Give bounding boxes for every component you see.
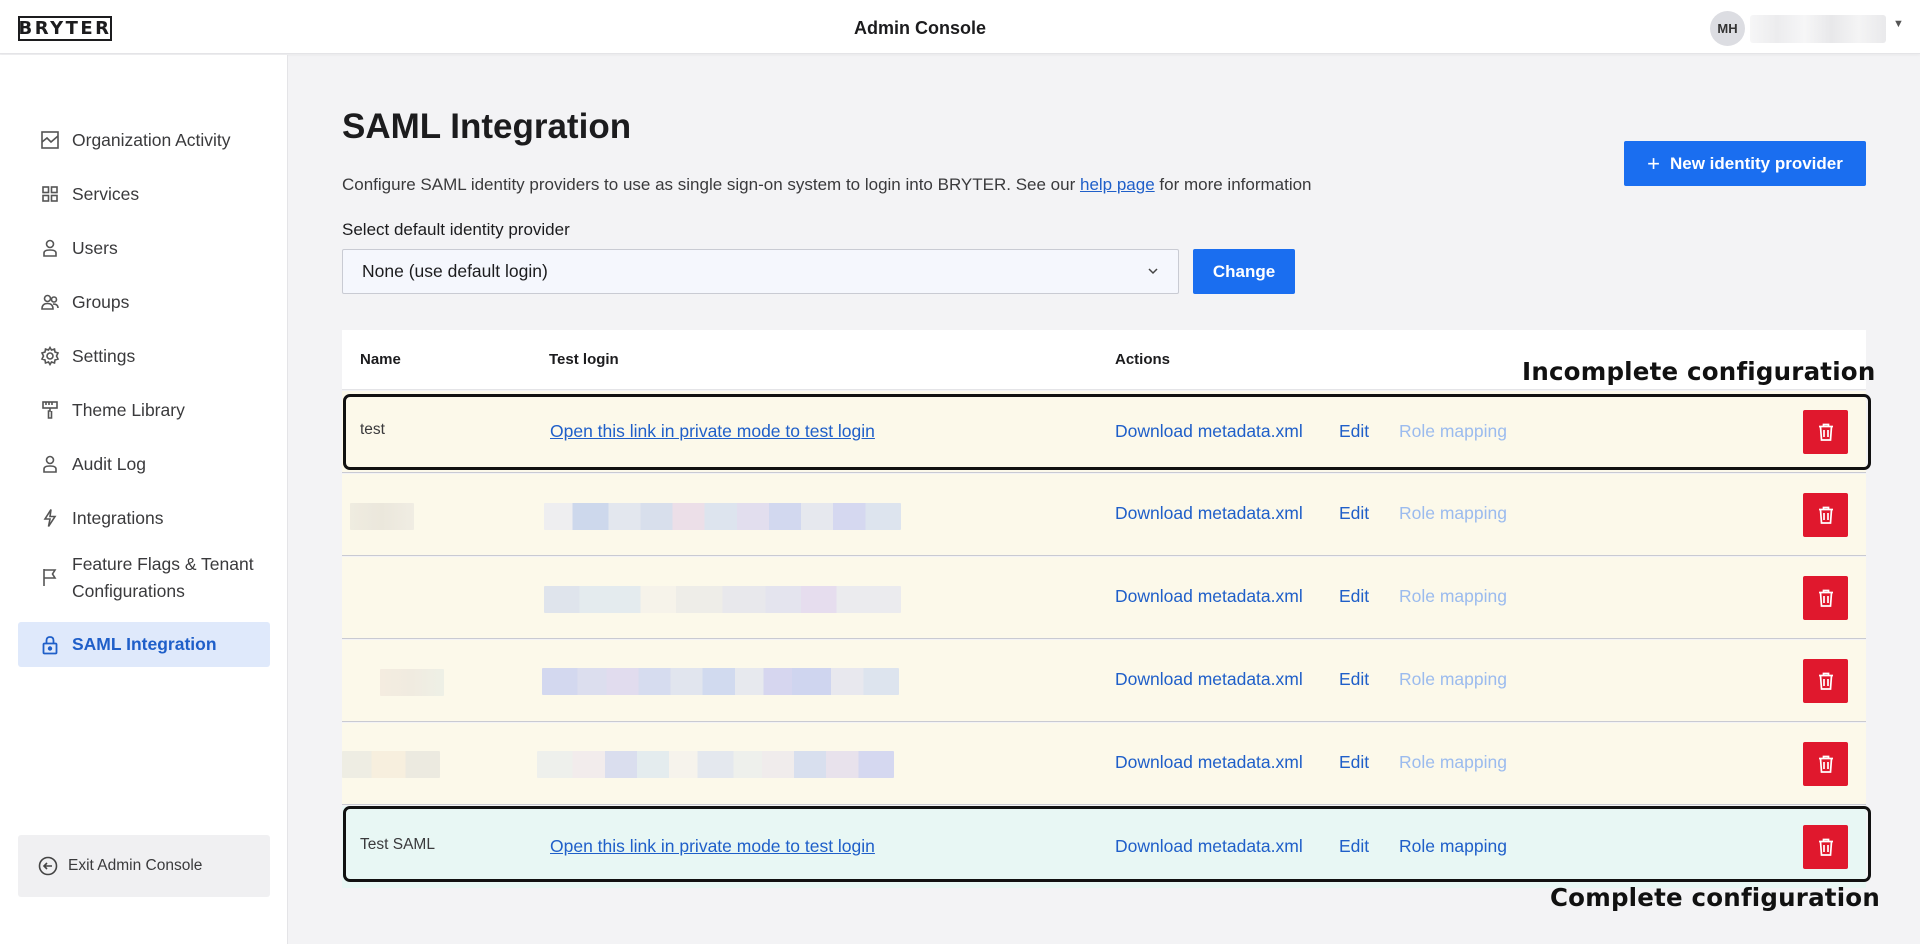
table-row: Download metadata.xml Edit Role mapping bbox=[342, 640, 1866, 722]
sidebar-item-label: Settings bbox=[72, 345, 136, 366]
group-icon bbox=[40, 292, 60, 312]
download-metadata-link[interactable]: Download metadata.xml bbox=[1115, 503, 1303, 524]
selected-value: None (use default login) bbox=[362, 261, 548, 281]
sidebar-item-integrations[interactable]: Integrations bbox=[18, 497, 270, 539]
trash-icon bbox=[1818, 672, 1833, 690]
activity-icon bbox=[40, 130, 60, 150]
lock-icon bbox=[40, 635, 60, 655]
trash-icon bbox=[1818, 589, 1833, 607]
column-header-test-login: Test login bbox=[549, 351, 619, 368]
delete-button[interactable] bbox=[1803, 493, 1848, 537]
page-title: SAML Integration bbox=[342, 107, 632, 146]
top-bar: BRYTER Admin Console MH ▼ bbox=[0, 0, 1920, 54]
sidebar-item-audit-log[interactable]: Audit Log bbox=[18, 443, 270, 485]
role-mapping-link: Role mapping bbox=[1399, 752, 1507, 772]
caret-down-icon[interactable]: ▼ bbox=[1893, 18, 1904, 30]
bolt-icon bbox=[40, 508, 60, 528]
column-header-actions: Actions bbox=[1115, 351, 1171, 368]
incomplete-highlight-box bbox=[343, 394, 1871, 470]
delete-button[interactable] bbox=[1803, 576, 1848, 620]
new-idp-label: New identity provider bbox=[1669, 153, 1843, 173]
column-header-name: Name bbox=[360, 351, 401, 368]
edit-link[interactable]: Edit bbox=[1339, 669, 1369, 690]
test-login-redacted bbox=[542, 668, 899, 695]
page-description: Configure SAML identity providers to use… bbox=[342, 175, 1312, 195]
sidebar-item-groups[interactable]: Groups bbox=[18, 281, 270, 323]
sidebar-item-services[interactable]: Services bbox=[18, 173, 270, 215]
grid-icon bbox=[40, 184, 60, 204]
flag-icon bbox=[40, 567, 60, 587]
annotation-complete: Complete configuration bbox=[1550, 883, 1880, 912]
default-idp-select[interactable]: None (use default login) bbox=[342, 249, 1179, 294]
test-login-redacted bbox=[537, 751, 894, 778]
trash-icon bbox=[1818, 506, 1833, 524]
change-button[interactable]: Change bbox=[1193, 249, 1295, 294]
chevron-down-icon bbox=[1144, 262, 1162, 285]
annotation-incomplete: Incomplete configuration bbox=[1522, 357, 1876, 386]
table-row: Download metadata.xml Edit Role mapping bbox=[342, 723, 1866, 805]
description-text-suffix: for more information bbox=[1154, 175, 1312, 194]
sidebar-item-saml-integration[interactable]: SAML Integration bbox=[18, 622, 270, 667]
avatar[interactable]: MH bbox=[1710, 11, 1745, 46]
sidebar-item-label: Users bbox=[72, 237, 118, 258]
gear-icon bbox=[40, 346, 60, 366]
edit-link[interactable]: Edit bbox=[1339, 586, 1369, 607]
trash-icon bbox=[1818, 755, 1833, 773]
sidebar-item-label: SAML Integration bbox=[72, 634, 217, 654]
test-login-redacted bbox=[544, 586, 901, 613]
exit-admin-console-button[interactable]: Exit Admin Console bbox=[18, 835, 270, 897]
default-idp-label: Select default identity provider bbox=[342, 220, 570, 239]
sidebar-item-label: Integrations bbox=[72, 507, 164, 528]
sidebar-item-label: Audit Log bbox=[72, 453, 146, 474]
plus-icon: + bbox=[1647, 150, 1660, 176]
sidebar-item-label: Feature Flags & Tenant Configurations bbox=[72, 554, 254, 601]
download-metadata-link[interactable]: Download metadata.xml bbox=[1115, 752, 1303, 773]
test-login-redacted bbox=[544, 503, 901, 530]
exit-icon bbox=[38, 856, 58, 876]
paint-roller-icon bbox=[40, 400, 60, 420]
delete-button[interactable] bbox=[1803, 659, 1848, 703]
delete-button[interactable] bbox=[1803, 742, 1848, 786]
download-metadata-link[interactable]: Download metadata.xml bbox=[1115, 669, 1303, 690]
user-name-redacted[interactable] bbox=[1750, 15, 1886, 43]
sidebar-item-organization-activity[interactable]: Organization Activity bbox=[18, 119, 270, 161]
table-row: Download metadata.xml Edit Role mapping bbox=[342, 557, 1866, 639]
role-mapping-link: Role mapping bbox=[1399, 586, 1507, 606]
sidebar-item-settings[interactable]: Settings bbox=[18, 335, 270, 377]
role-mapping-link: Role mapping bbox=[1399, 503, 1507, 523]
sidebar-item-label: Services bbox=[72, 183, 140, 204]
sidebar: Organization Activity Services Users Gro… bbox=[0, 55, 288, 944]
sidebar-item-feature-flags[interactable]: Feature Flags & Tenant Configurations bbox=[18, 551, 270, 609]
sidebar-item-theme-library[interactable]: Theme Library bbox=[18, 389, 270, 431]
idp-name-redacted bbox=[350, 503, 414, 530]
sidebar-item-label: Theme Library bbox=[72, 399, 185, 420]
user-icon bbox=[40, 454, 60, 474]
sidebar-item-users[interactable]: Users bbox=[18, 227, 270, 269]
role-mapping-link: Role mapping bbox=[1399, 669, 1507, 689]
edit-link[interactable]: Edit bbox=[1339, 752, 1369, 773]
user-icon bbox=[40, 238, 60, 258]
app-title: Admin Console bbox=[853, 18, 986, 38]
table-row: Download metadata.xml Edit Role mapping bbox=[342, 474, 1866, 556]
help-page-link[interactable]: help page bbox=[1080, 175, 1155, 194]
sidebar-item-label: Organization Activity bbox=[72, 129, 231, 150]
idp-name-redacted bbox=[380, 669, 444, 696]
exit-label: Exit Admin Console bbox=[68, 857, 203, 874]
complete-highlight-box bbox=[343, 806, 1871, 882]
sidebar-item-label: Groups bbox=[72, 291, 130, 312]
description-text: Configure SAML identity providers to use… bbox=[342, 175, 1080, 194]
new-identity-provider-button[interactable]: + New identity provider bbox=[1624, 141, 1866, 186]
idp-name-redacted bbox=[342, 751, 440, 778]
download-metadata-link[interactable]: Download metadata.xml bbox=[1115, 586, 1303, 607]
edit-link[interactable]: Edit bbox=[1339, 503, 1369, 524]
